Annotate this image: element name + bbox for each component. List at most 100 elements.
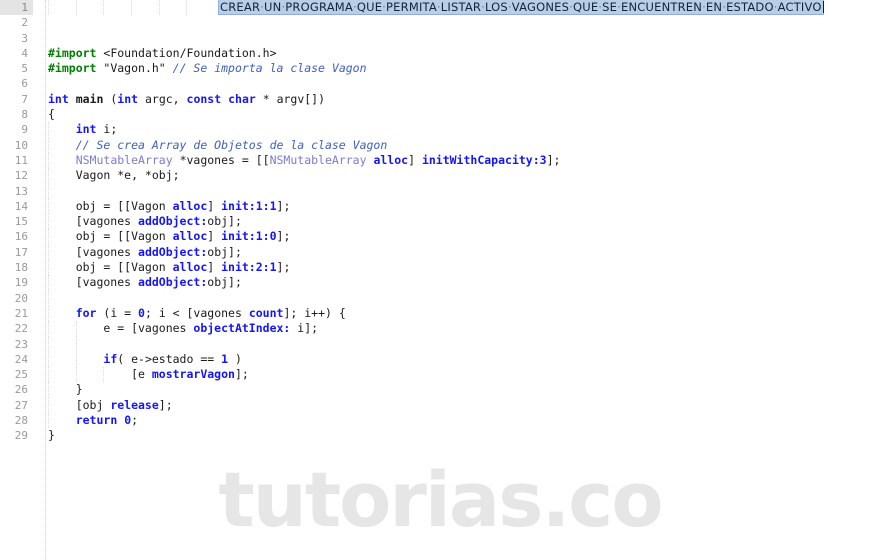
code-line[interactable]: 21 for (i = 0; i < [vagones count]; i++)…	[0, 305, 880, 322]
code-line-content[interactable]: [vagones addObject:obj];	[48, 245, 242, 260]
code-token: int	[117, 91, 139, 106]
code-line-content[interactable]: #import <Foundation/Foundation.h>	[48, 46, 277, 61]
line-number: 29	[14, 429, 28, 443]
code-token: :	[262, 229, 270, 244]
code-token: #import	[48, 45, 97, 60]
code-line-content[interactable]: [vagones addObject:obj];	[48, 275, 242, 290]
code-token: [vagones	[48, 214, 139, 229]
line-number: 20	[14, 291, 28, 305]
code-line[interactable]: 7 int main (int argc, const char * argv[]…	[0, 92, 880, 107]
code-token: alloc	[172, 260, 208, 275]
code-line[interactable]: 6	[0, 76, 880, 91]
code-line[interactable]: 27 [obj release];	[0, 397, 880, 414]
line-number: 14	[14, 199, 28, 213]
code-token: objectAtIndex:	[193, 321, 291, 336]
code-line[interactable]: 29}	[0, 428, 880, 443]
code-line[interactable]: 10 // Se crea Array de Objetos de la cla…	[0, 137, 880, 153]
line-number: 7	[21, 92, 28, 106]
line-number: 12	[14, 169, 28, 183]
code-line[interactable]: 9 int i;	[0, 122, 880, 138]
code-token: addObject:	[138, 244, 208, 259]
code-line-content[interactable]: Vagon *e, *obj;	[48, 168, 180, 183]
code-line[interactable]: 17 [vagones addObject:obj];	[0, 244, 880, 261]
indent-guide	[48, 336, 49, 352]
line-number: 24	[14, 352, 28, 366]
code-line[interactable]: 25 [e mostrarVagon];	[0, 367, 880, 383]
indent-guide	[75, 0, 77, 16]
code-token: "Vagon.h"	[103, 61, 166, 76]
code-token: ]	[207, 260, 222, 275]
code-line-content[interactable]: [obj release];	[48, 398, 173, 413]
code-line-content[interactable]: [e mostrarVagon];	[48, 367, 249, 382]
code-line-content[interactable]: // Se crea Array de Objetos de la clase …	[48, 138, 388, 153]
code-line-content[interactable]: obj = [[Vagon alloc] init:1:0];	[48, 229, 291, 244]
code-line[interactable]: 12 Vagon *e, *obj;	[0, 168, 880, 184]
code-line[interactable]: 22 e = [vagones objectAtIndex: i];	[0, 321, 880, 337]
code-token: main	[75, 91, 104, 106]
code-line-content[interactable]: int i;	[48, 122, 118, 137]
code-line-content[interactable]: for (i = 0; i < [vagones count]; i++) {	[48, 306, 346, 321]
code-token: ]; i++) {	[283, 305, 346, 320]
code-token: 0	[269, 229, 277, 244]
indent-guide	[158, 0, 160, 16]
code-token: i];	[290, 321, 319, 336]
code-token: addObject:	[138, 275, 208, 290]
code-line-content[interactable]: }	[48, 428, 55, 443]
code-line-content[interactable]: e = [vagones objectAtIndex: i];	[48, 321, 318, 336]
indent-guides	[0, 382, 880, 398]
line-number: 23	[14, 337, 28, 351]
code-line[interactable]: 1 CREAR·UN·PROGRAMA·QUE·PERMITA·LISTAR·LO…	[0, 0, 880, 16]
code-line[interactable]: 23	[0, 336, 880, 352]
code-line[interactable]: 18 obj = [[Vagon alloc] init:2:1];	[0, 260, 880, 276]
line-number: 26	[14, 383, 28, 397]
code-line-content[interactable]: if( e->estado == 1 )	[48, 352, 242, 367]
code-token: init:	[221, 198, 256, 213]
code-line[interactable]: 5 #import "Vagon.h" // Se importa la clas…	[0, 61, 880, 76]
code-line[interactable]: 4 #import <Foundation/Foundation.h>	[0, 46, 880, 61]
code-line-content[interactable]: NSMutableArray *vagones = [[NSMutableArr…	[48, 152, 561, 168]
code-line[interactable]: 20	[0, 290, 880, 306]
code-line-content[interactable]: }	[48, 382, 83, 397]
selected-title-text[interactable]: CREAR·UN·PROGRAMA·QUE·PERMITA·LISTAR·LOS…	[219, 0, 823, 14]
line-number: 16	[14, 230, 28, 244]
code-line[interactable]: 19 [vagones addObject:obj];	[0, 275, 880, 291]
code-editor[interactable]: 1 CREAR·UN·PROGRAMA·QUE·PERMITA·LISTAR·LO…	[0, 0, 880, 560]
code-line-content[interactable]: {	[48, 107, 55, 122]
code-line[interactable]: 16 obj = [[Vagon alloc] init:1:0];	[0, 229, 880, 245]
line-number: 1	[0, 0, 33, 16]
code-line-content[interactable]: #import "Vagon.h" // Se importa la clase…	[48, 61, 367, 76]
code-token: const	[186, 91, 222, 106]
code-token: ]	[207, 198, 222, 213]
code-surface[interactable]: 1 CREAR·UN·PROGRAMA·QUE·PERMITA·LISTAR·LO…	[0, 0, 880, 450]
watermark: tutorias.co	[218, 455, 663, 544]
code-line[interactable]: 11 NSMutableArray *vagones = [[NSMutable…	[0, 152, 880, 169]
code-line[interactable]: 28 return 0;	[0, 413, 880, 429]
code-line[interactable]: 13	[0, 183, 880, 199]
line-number: 13	[14, 184, 28, 198]
indent-guides	[0, 290, 880, 306]
code-line[interactable]: 14 obj = [[Vagon alloc] init:1:1];	[0, 198, 880, 215]
line-number: 8	[21, 108, 28, 122]
indent-guide	[103, 0, 105, 16]
code-line[interactable]: 8{	[0, 107, 880, 122]
code-line[interactable]: 26 }	[0, 382, 880, 398]
code-line[interactable]: 24 if( e->estado == 1 )	[0, 351, 880, 368]
code-token: obj];	[207, 275, 242, 290]
code-line-content[interactable]: obj = [[Vagon alloc] init:1:1];	[48, 198, 291, 214]
code-line[interactable]: 15 [vagones addObject:obj];	[0, 214, 880, 230]
line-number: 18	[14, 261, 28, 275]
code-token: ]	[408, 152, 422, 167]
code-token: release	[110, 397, 159, 412]
code-token: obj = [[Vagon	[48, 229, 173, 244]
code-line[interactable]: 2	[0, 15, 880, 30]
code-line[interactable]: 3	[0, 31, 880, 46]
code-line-content[interactable]: CREAR·UN·PROGRAMA·QUE·PERMITA·LISTAR·LOS…	[219, 0, 824, 15]
code-line-content[interactable]: obj = [[Vagon alloc] init:2:1];	[48, 260, 291, 275]
code-token: [vagones	[48, 244, 139, 259]
code-line-content[interactable]: int main (int argc, const char * argv[])	[48, 92, 325, 107]
code-line-content[interactable]: [vagones addObject:obj];	[48, 214, 242, 229]
code-line-content[interactable]: return 0;	[48, 413, 138, 428]
